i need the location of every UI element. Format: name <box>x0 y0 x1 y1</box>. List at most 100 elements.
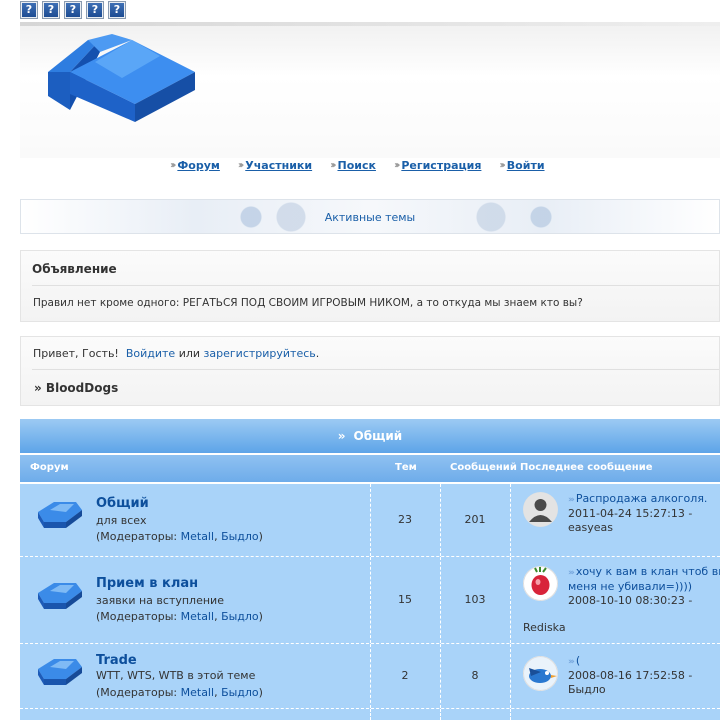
header-bar <box>20 22 720 26</box>
nav-link-search[interactable]: Поиск <box>337 159 375 172</box>
mods-comma: , <box>214 686 222 699</box>
last-post-arrow-icon: ››› <box>568 657 575 667</box>
last-post-arrow-icon: ››› <box>568 495 575 505</box>
moderator-link[interactable]: Быдло <box>221 610 259 623</box>
moderator-link[interactable]: Metall <box>181 610 214 623</box>
last-post-user: easyeas <box>568 521 613 534</box>
divider <box>32 369 719 370</box>
mods-suffix: ) <box>258 686 263 699</box>
forum-description: WTT, WTS, WTB в этой теме <box>96 669 256 682</box>
post-count: 103 <box>464 593 486 606</box>
cell-divider <box>440 644 441 708</box>
breadcrumb: » BloodDogs <box>34 381 119 395</box>
mods-comma: , <box>214 610 222 623</box>
topic-count: 15 <box>398 593 412 606</box>
cell-divider <box>440 484 441 556</box>
top-icon-bar: ? ? ? ? ? <box>20 1 126 19</box>
moderator-link[interactable]: Быдло <box>221 530 259 543</box>
cell-divider <box>440 709 441 720</box>
forum-row: Общий для всех (Модераторы: Metall, Быдл… <box>20 484 720 557</box>
col-topics: Тем <box>395 462 417 473</box>
register-link[interactable]: зарегистрируйтесь <box>204 347 316 360</box>
help-icon[interactable]: ? <box>20 1 38 19</box>
last-post-user: Rediska <box>523 621 566 634</box>
forum-icon <box>38 583 82 609</box>
help-icon[interactable]: ? <box>108 1 126 19</box>
help-icon[interactable]: ? <box>42 1 60 19</box>
site-logo[interactable] <box>40 32 200 130</box>
last-post-date: 2011-04-24 15:27:13 - <box>568 507 693 520</box>
nav-item-search: ››› Поиск <box>330 159 376 172</box>
nav-arrow-icon: ››› <box>330 160 337 171</box>
cell-divider <box>370 709 371 720</box>
cell-divider <box>370 557 371 643</box>
avatar[interactable] <box>523 656 558 691</box>
nav-link-members[interactable]: Участники <box>245 159 312 172</box>
cell-divider <box>510 557 511 643</box>
avatar[interactable] <box>523 492 558 527</box>
cell-divider <box>370 644 371 708</box>
forum-title[interactable]: Общий <box>96 496 149 511</box>
nav-link-register[interactable]: Регистрация <box>401 159 481 172</box>
welcome-line: Привет, Гость! Войдите или зарегистрируй… <box>33 347 319 360</box>
nav-arrow-icon: ››› <box>170 160 177 171</box>
post-count: 201 <box>464 513 486 526</box>
mods-suffix: ) <box>258 530 263 543</box>
cell-divider <box>510 484 511 556</box>
announcement-title: Объявление <box>32 262 117 276</box>
main-nav: ››› Форум ››› Участники ››› Поиск ››› Регист… <box>170 159 545 172</box>
nav-item-login: ››› Войти <box>499 159 544 172</box>
forum-icon <box>38 502 82 528</box>
active-topics-link[interactable]: Активные темы <box>325 211 416 224</box>
col-last: Последнее сообщение <box>520 462 653 473</box>
nav-link-login[interactable]: Войти <box>507 159 545 172</box>
forum-moderators: (Модераторы: Metall, Быдло) <box>96 530 263 543</box>
nav-arrow-icon: ››› <box>237 160 245 171</box>
column-header-row: Форум Тем Сообщений Последнее сообщение <box>20 455 720 482</box>
last-post: ››› хочу к вам в клан чтоб вы меня не уби… <box>568 565 720 608</box>
post-count: 8 <box>471 669 479 682</box>
announcement-text: Правил нет кроме одного: РЕГАТЬСЯ ПОД СВ… <box>33 297 583 309</box>
welcome-box: Привет, Гость! Войдите или зарегистрируй… <box>20 336 720 406</box>
avatar[interactable] <box>523 566 558 601</box>
moderator-link[interactable]: Быдло <box>221 686 259 699</box>
category-title[interactable]: Общий <box>354 429 403 443</box>
forum-description: заявки на вступление <box>96 594 224 607</box>
moderator-link[interactable]: Metall <box>181 530 214 543</box>
last-post-date: 2008-10-10 08:30:23 - <box>568 594 693 607</box>
cell-divider <box>370 484 371 556</box>
nav-link-forum[interactable]: Форум <box>177 159 220 172</box>
bird-avatar-icon <box>523 656 558 691</box>
help-icon[interactable]: ? <box>86 1 104 19</box>
or-text: или <box>178 347 201 360</box>
last-post-link[interactable]: хочу к вам в клан чтоб вы меня не убивал… <box>568 565 720 593</box>
nav-arrow-icon: ››› <box>499 160 506 171</box>
radish-avatar-icon <box>523 566 558 601</box>
cell-divider <box>440 557 441 643</box>
forum-moderators: (Модераторы: Metall, Быдло) <box>96 686 263 699</box>
col-posts: Сообщений <box>450 462 517 473</box>
forum-title[interactable]: Прием в клан <box>96 576 198 591</box>
cell-divider <box>510 644 511 708</box>
forum-title[interactable]: Trade <box>96 653 137 668</box>
nav-item-register: ››› Регистрация <box>394 159 481 172</box>
divider <box>32 285 719 286</box>
login-link[interactable]: Войдите <box>126 347 175 360</box>
period-text: . <box>315 347 320 360</box>
last-post: ››› Распродажа алкоголя. 2011-04-24 15:27… <box>568 492 720 535</box>
last-post-link[interactable]: ( <box>576 654 580 667</box>
col-forum: Форум <box>30 462 69 473</box>
moderator-link[interactable]: Metall <box>181 686 214 699</box>
nav-item-forum: ››› Форум <box>170 159 220 172</box>
mods-prefix: (Модераторы: <box>96 686 181 699</box>
last-post-link[interactable]: Распродажа алкоголя. <box>576 492 708 505</box>
forum-moderators: (Модераторы: Metall, Быдло) <box>96 610 263 623</box>
forum-icon <box>38 659 82 685</box>
forum-row: Trade WTT, WTS, WTB в этой теме (Модерат… <box>20 644 720 709</box>
topic-count: 23 <box>398 513 412 526</box>
last-post-arrow-icon: ››› <box>568 568 575 578</box>
mods-prefix: (Модераторы: <box>96 610 181 623</box>
mods-suffix: ) <box>258 610 263 623</box>
help-icon[interactable]: ? <box>64 1 82 19</box>
category-arrow-icon: » <box>337 429 346 443</box>
